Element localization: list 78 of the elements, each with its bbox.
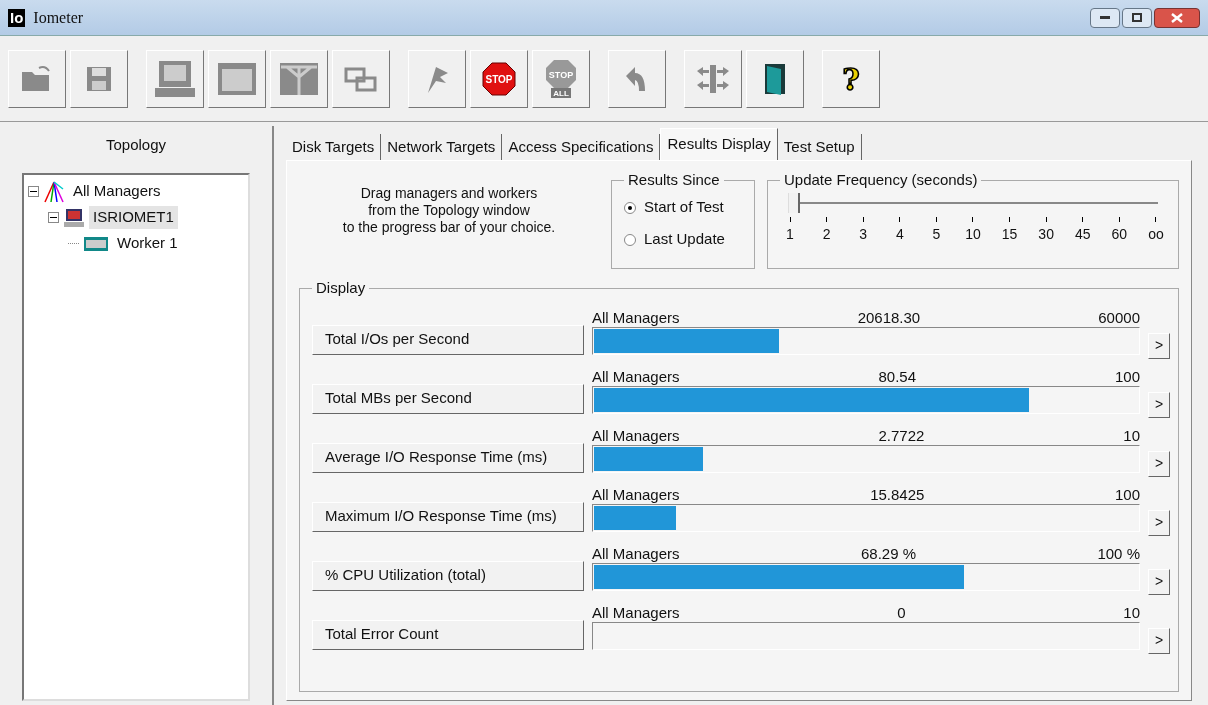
max-label: 100 % — [1097, 544, 1140, 563]
tick-label: 60 — [1111, 224, 1128, 244]
drive-icon — [83, 234, 109, 253]
max-label: 10 — [1123, 426, 1140, 445]
tab[interactable]: Results Display — [660, 128, 778, 160]
metric-button[interactable]: Total MBs per Second — [312, 383, 584, 414]
help-icon: ? — [839, 61, 863, 96]
minimize-icon — [1100, 15, 1110, 20]
collapse-toggle[interactable] — [48, 212, 59, 223]
tick-label: 2 — [822, 224, 831, 244]
tick-label: 30 — [1038, 224, 1054, 244]
tree-item[interactable]: All Managers — [69, 180, 165, 203]
tick-label: 3 — [859, 224, 868, 244]
radio-label: Last Update — [644, 229, 725, 250]
tick-label: 10 — [965, 224, 981, 244]
app-logo: Io — [8, 8, 26, 27]
radio-label: Start of Test — [644, 197, 724, 218]
more-button[interactable]: > — [1148, 509, 1170, 536]
scope-label: All Managers — [592, 308, 680, 327]
window-title: Iometer — [33, 7, 84, 28]
max-label: 10 — [1123, 603, 1140, 622]
computer-icon — [63, 207, 85, 228]
value-label: 20618.30 — [857, 308, 921, 327]
minus-icon — [50, 214, 57, 221]
metric-button[interactable]: Average I/O Response Time (ms) — [312, 442, 584, 473]
toolbar-button[interactable]: STOP — [470, 49, 528, 108]
metric-button[interactable]: Total I/Os per Second — [312, 324, 584, 355]
colored-lines-icon — [43, 180, 65, 203]
computer-icon — [153, 58, 197, 99]
scope-label: All Managers — [592, 426, 680, 445]
collapse-toggle[interactable] — [28, 186, 39, 197]
max-label: 100 — [1114, 485, 1140, 504]
group-title: Update Frequency (seconds) — [783, 170, 979, 190]
max-label: 60000 — [1098, 308, 1140, 327]
scope-label: All Managers — [592, 603, 680, 622]
more-button[interactable]: > — [1148, 391, 1170, 418]
stop-sign-icon: STOP — [481, 60, 517, 97]
toolbar-button[interactable] — [746, 49, 804, 108]
tick-label: 5 — [932, 224, 941, 244]
instruction-text: Drag managers and workers from the Topology window to the progress bar of your choice. — [341, 184, 557, 237]
value-label: 68.29 % — [860, 544, 916, 563]
close-button[interactable] — [1154, 7, 1200, 28]
value-label: 80.54 — [878, 367, 917, 386]
scope-label: All Managers — [592, 485, 680, 504]
maximize-icon — [1132, 13, 1142, 22]
more-button[interactable]: > — [1148, 332, 1170, 359]
scope-label: All Managers — [592, 544, 680, 563]
panel-title: Topology — [104, 135, 167, 155]
tree-item[interactable]: Worker 1 — [113, 232, 182, 255]
radio-button[interactable] — [624, 233, 636, 246]
tree-item[interactable]: ISRIOMET1 — [89, 206, 178, 229]
metric-button[interactable]: Total Error Count — [312, 619, 584, 650]
maximize-button[interactable] — [1122, 7, 1152, 28]
value-label: 0 — [897, 603, 906, 622]
tick-label: 15 — [1001, 224, 1018, 244]
metric-button[interactable]: Maximum I/O Response Time (ms) — [312, 501, 584, 532]
tick-label: 1 — [786, 224, 794, 244]
group-title: Results Since — [627, 170, 721, 190]
arrows-icon — [695, 62, 731, 95]
max-label: 100 — [1114, 367, 1140, 386]
more-button[interactable]: > — [1148, 450, 1170, 477]
more-button[interactable]: > — [1148, 568, 1170, 595]
scope-label: All Managers — [592, 367, 680, 386]
radio-button[interactable] — [624, 201, 636, 214]
group-title: Display — [315, 278, 367, 298]
slider[interactable] — [788, 192, 1158, 213]
toolbar-button[interactable]: ? — [822, 49, 880, 108]
tick-label: 4 — [895, 224, 904, 244]
value-label: 15.8425 — [870, 485, 925, 504]
toolbar-button[interactable]: STOP ALL — [532, 49, 590, 108]
more-button[interactable]: > — [1148, 627, 1170, 654]
value-label: 2.7722 — [878, 426, 925, 445]
tick-label: oo — [1148, 224, 1164, 244]
minimize-button[interactable] — [1090, 7, 1120, 28]
metric-button[interactable]: % CPU Utilization (total) — [312, 560, 584, 591]
close-icon — [1171, 12, 1183, 23]
tick-label: 45 — [1074, 224, 1091, 244]
minus-icon — [30, 188, 37, 195]
